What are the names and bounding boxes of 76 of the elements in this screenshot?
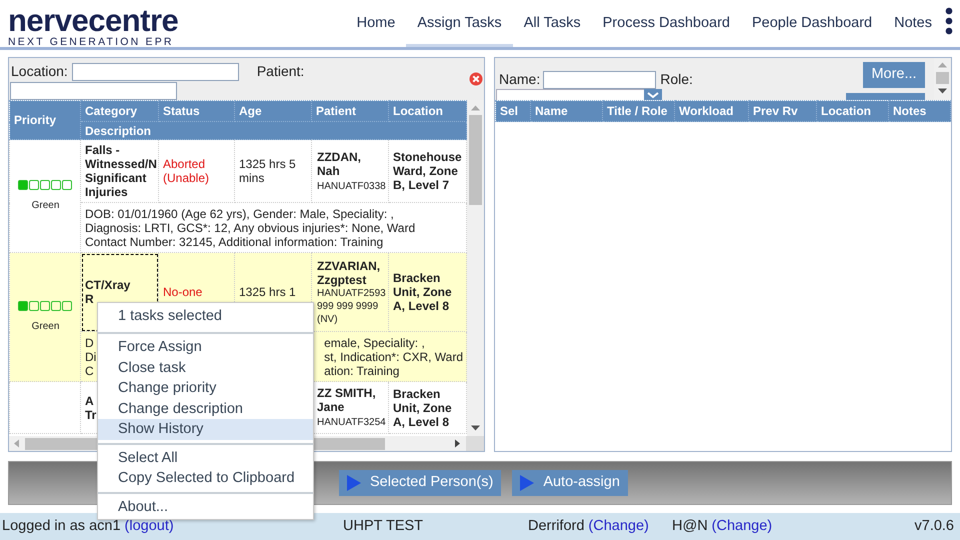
nav-tab[interactable]: Process Dashboard (592, 0, 741, 47)
menu-item[interactable]: Force Assign (98, 337, 313, 358)
column-header[interactable]: Notes (888, 100, 950, 122)
patient-id: HANUATF3254 (317, 416, 386, 429)
menu-item[interactable]: Select All (98, 448, 313, 468)
status-text: v7.0.6 (914, 516, 954, 536)
column-header[interactable]: Age (234, 100, 312, 122)
scrollbar-thumb[interactable] (469, 115, 482, 205)
priority-label: Green (30, 320, 60, 334)
filter-label: Location: (11, 62, 68, 81)
description-text: D Di C (85, 336, 96, 378)
scrollbar-corner (466, 436, 484, 451)
filter-label: Role: (660, 70, 693, 89)
table-cell: Stonehouse Ward, Zone B, Level 7 (393, 150, 462, 192)
down-arrow-icon[interactable] (938, 88, 947, 94)
nav-tab[interactable]: Home (346, 0, 406, 47)
column-header[interactable]: Description (80, 122, 466, 140)
column-header[interactable]: Prev Rv (748, 100, 816, 122)
status-link[interactable]: (Change) (712, 516, 772, 538)
patient-name: ZZVARIAN, Zzgptest (317, 258, 382, 286)
table-cell: Bracken Unit, Zone A, Level 8 (393, 386, 452, 428)
status-text: Aborted (Unable) (163, 157, 210, 185)
menu-item[interactable]: Copy Selected to Clipboard (98, 468, 313, 488)
nav-tab[interactable]: All Tasks (512, 0, 592, 47)
patient-field[interactable] (10, 82, 177, 100)
status-text: UHPT TEST (343, 516, 424, 536)
column-header[interactable]: Location (388, 100, 466, 122)
play-icon (347, 475, 361, 491)
name-field[interactable] (543, 70, 656, 88)
status-text: H@N (672, 516, 708, 536)
column-header[interactable]: Workload (674, 100, 748, 122)
description-text: emale, Speciality: , st, Indication*: CXR, Ward ation: Training (324, 336, 463, 378)
logo-tagline: NEXT GENERATION EPR (8, 36, 175, 48)
action-button[interactable]: Auto-assign (512, 470, 628, 496)
clear-icon[interactable] (469, 72, 483, 86)
nav-tab[interactable]: People Dashboard (740, 0, 884, 47)
filter-label: Patient: (256, 62, 304, 81)
play-icon (520, 475, 534, 491)
patient-id: HANUATF2593 999 999 9999 (NV) (317, 286, 386, 326)
more-menu-icon[interactable] (945, 7, 953, 35)
action-button[interactable]: Selected Person(s) (339, 470, 502, 496)
up-arrow-icon[interactable] (471, 105, 480, 111)
nav-tab[interactable]: Notes (883, 0, 943, 47)
menu-item[interactable]: Close task (98, 358, 313, 378)
more-button[interactable]: More... (863, 62, 925, 88)
status-text: Derriford (528, 516, 584, 536)
column-header[interactable]: Priority (10, 100, 80, 140)
logo-wordmark: nervecentre (8, 6, 178, 36)
scrollbar-thumb[interactable] (936, 72, 949, 84)
column-header[interactable]: Patient (312, 100, 388, 122)
column-header[interactable]: Category (80, 100, 158, 122)
status-text: No-one (163, 285, 202, 299)
table-cell: 1325 hrs 5 mins (239, 157, 296, 185)
patient-name: ZZ SMITH, Jane (317, 386, 377, 414)
description-text: DOB: 01/01/1960 (Age 62 yrs), Gender: Male, Speciality: , Diagnosis: LRTI, GCS*: 12, Any obvious injuries*: None, Ward Contact Number: 32145, Additional information: Training (85, 206, 416, 248)
priority-label: Green (30, 199, 60, 213)
table-cell: Bracken Unit, Zone A, Level 8 (393, 271, 452, 313)
menu-item[interactable]: About... (98, 496, 313, 517)
status-link[interactable]: (Change) (588, 516, 649, 538)
patient-id: HANUATF0338 (317, 180, 386, 192)
patient-name: ZZDAN, Nah (317, 150, 362, 178)
table-cell: 1325 hrs 1 (239, 285, 296, 299)
column-header[interactable]: Sel (496, 100, 530, 122)
down-arrow-icon[interactable] (471, 425, 480, 431)
up-arrow-icon[interactable] (938, 62, 947, 68)
column-header[interactable]: Status (158, 100, 234, 122)
chevron-down-icon[interactable] (644, 89, 662, 100)
column-header[interactable]: Location (816, 100, 888, 122)
location-field[interactable] (72, 62, 239, 80)
status-link[interactable]: (logout) (124, 516, 174, 538)
filter-label: Name: (499, 70, 540, 89)
table-cell: Falls - Witnessed/N Significant Injuries (80, 140, 158, 202)
status-text: Logged in as acn1 (2, 516, 121, 536)
menu-item[interactable]: Show History (98, 419, 313, 440)
vertical-scrollbar[interactable] (467, 100, 484, 436)
column-header[interactable]: Name (530, 100, 602, 122)
